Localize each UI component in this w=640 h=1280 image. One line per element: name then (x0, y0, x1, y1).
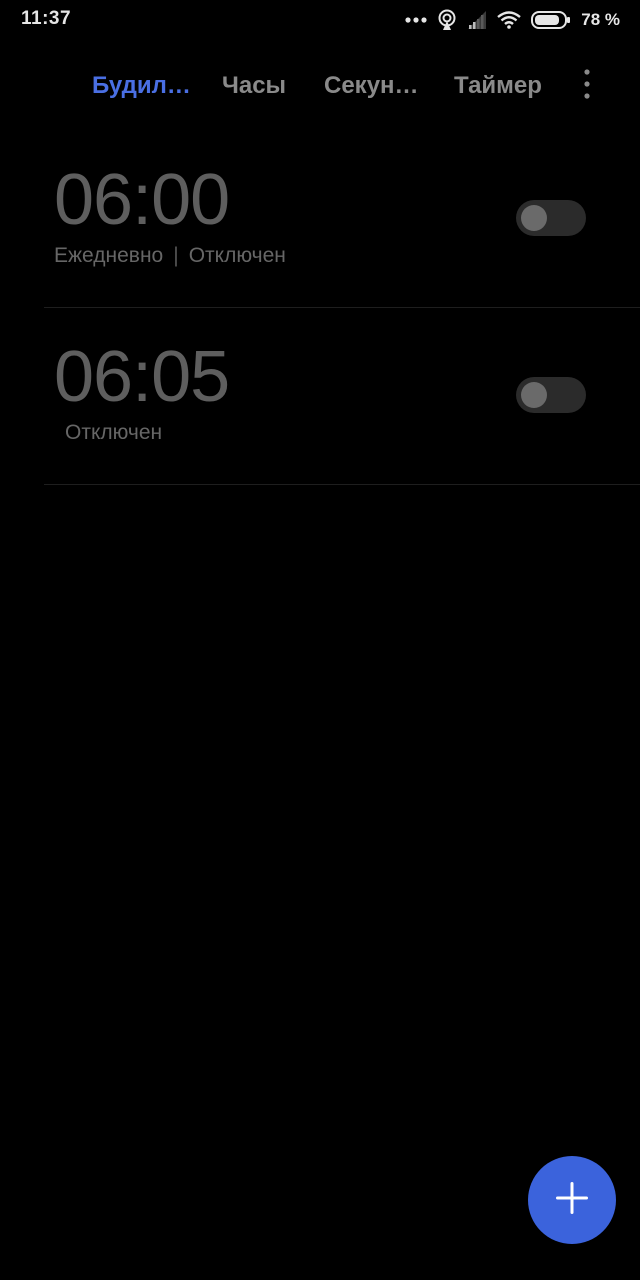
status-bar: 11:37 78 % (0, 0, 640, 40)
alarm-item[interactable]: 06:05 Отключен (44, 307, 640, 485)
toggle-knob (521, 205, 547, 231)
battery-percent: 78 % (581, 10, 620, 29)
status-time: 11:37 (21, 8, 72, 29)
hotspot-icon (437, 9, 457, 31)
tab-stopwatch[interactable]: Секун… (324, 72, 419, 100)
plus-icon (554, 1180, 590, 1221)
alarm-subtitle: Ежедневно | Отключен (54, 244, 286, 268)
more-vert-icon (584, 68, 590, 104)
separator: | (173, 244, 179, 267)
alarm-repeat: Ежедневно (54, 244, 164, 267)
alarm-item[interactable]: 06:00 Ежедневно | Отключен (44, 130, 640, 308)
wifi-icon (497, 11, 522, 29)
alarm-time: 06:00 (54, 160, 230, 240)
add-alarm-button[interactable] (528, 1156, 616, 1244)
toggle-knob (521, 382, 547, 408)
more-dots-icon (405, 16, 427, 24)
alarm-toggle[interactable] (516, 200, 586, 236)
tab-timer[interactable]: Таймер (454, 72, 542, 100)
status-icons: 78 % (405, 7, 620, 33)
alarm-status: Отключен (188, 244, 286, 267)
tab-bar: Будил… Часы Секун… Таймер (0, 62, 640, 110)
battery-icon (531, 10, 571, 30)
alarm-status: Отключен (65, 421, 163, 444)
alarm-toggle[interactable] (516, 377, 586, 413)
tab-alarm[interactable]: Будил… (92, 72, 191, 100)
more-options-button[interactable] (574, 68, 600, 104)
signal-icon (467, 10, 487, 30)
alarm-subtitle: Отключен (65, 421, 162, 445)
alarm-time: 06:05 (54, 337, 230, 417)
tab-clock[interactable]: Часы (222, 72, 286, 100)
